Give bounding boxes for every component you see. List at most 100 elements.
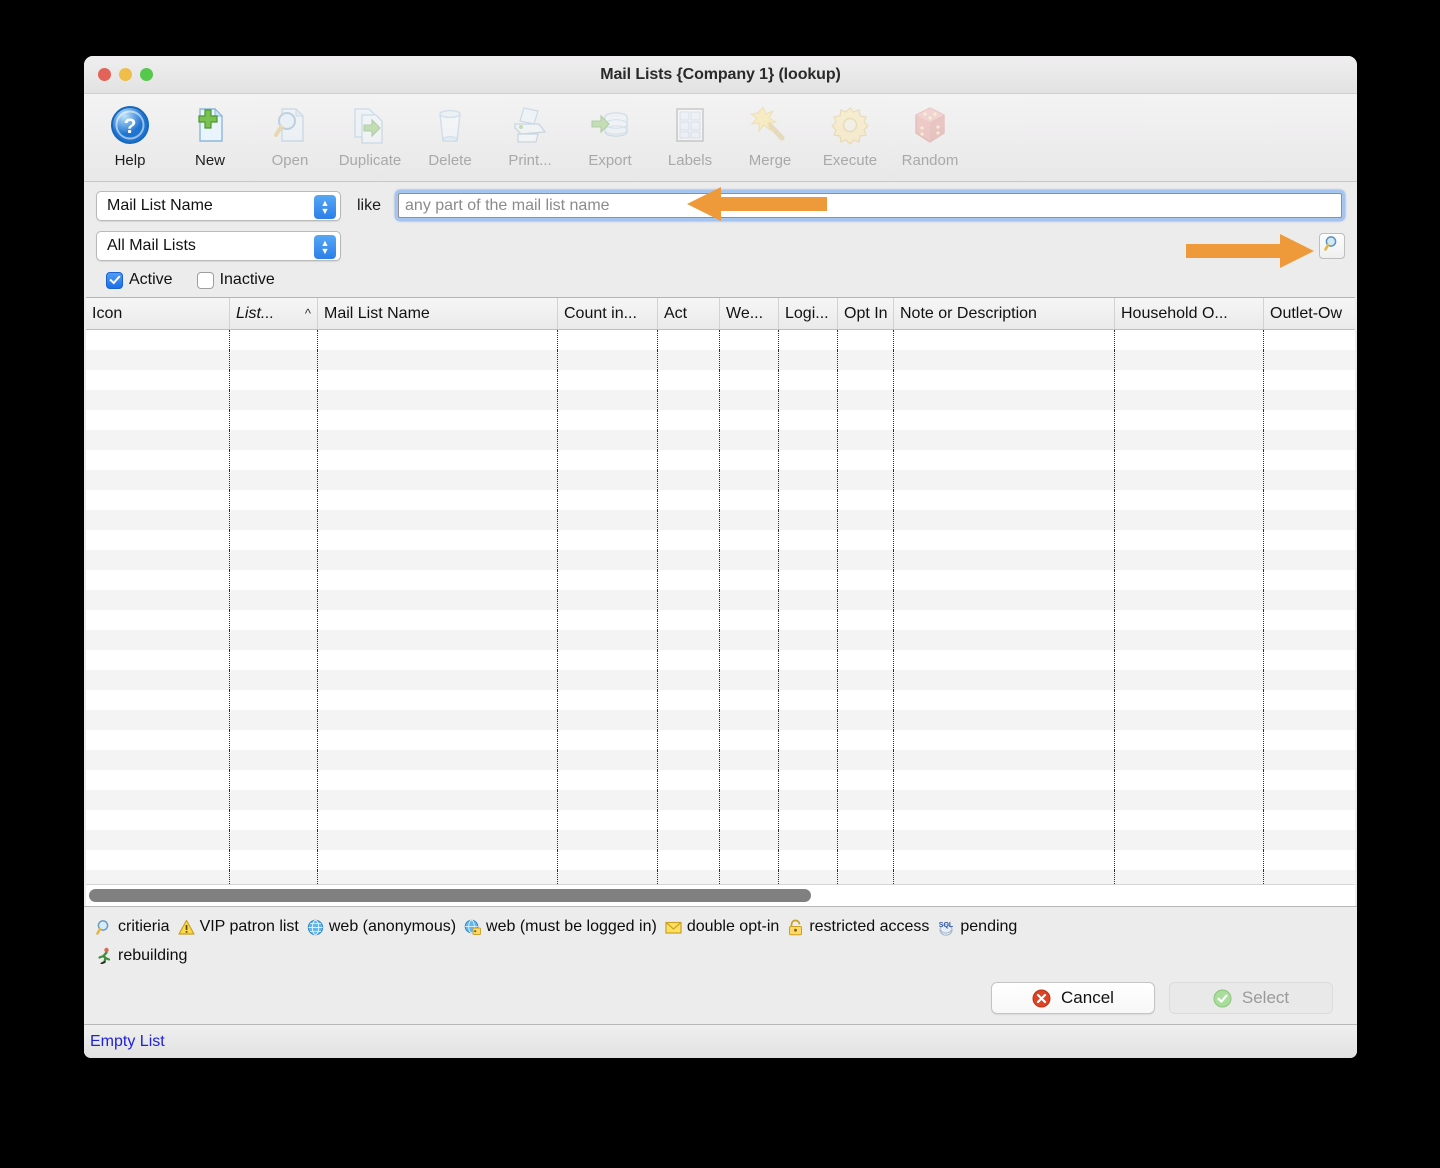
merge-icon [749,102,791,148]
toolbar-button-delete[interactable]: Delete [410,98,490,180]
cancel-button[interactable]: Cancel [991,982,1155,1014]
table-cell [1264,430,1355,450]
table-cell [86,570,230,590]
toolbar-button-execute[interactable]: Execute [810,98,890,180]
table-cell [838,870,894,884]
table-cell [720,710,779,730]
toolbar-button-labels[interactable]: Labels [650,98,730,180]
column-header-mail-list-name[interactable]: Mail List Name [318,298,558,329]
table-cell [1264,730,1355,750]
table-row[interactable] [86,810,1355,830]
table-cell [894,470,1115,490]
table-row[interactable] [86,470,1355,490]
active-checkbox[interactable] [106,271,123,289]
table-row[interactable] [86,850,1355,870]
toolbar-button-print[interactable]: Print... [490,98,570,180]
table-cell [558,870,658,884]
table-row[interactable] [86,610,1355,630]
column-header-label: Count in... [564,304,637,322]
table-cell [558,730,658,750]
table-cell [1264,410,1355,430]
scrollbar-thumb[interactable] [89,889,811,902]
table-cell [658,450,720,470]
table-row[interactable] [86,550,1355,570]
scope-popup[interactable]: All Mail Lists ▲ ▼ [96,231,341,261]
column-header-opt-in[interactable]: Opt In [838,298,894,329]
table-cell [86,710,230,730]
table-cell [86,830,230,850]
table-row[interactable] [86,690,1355,710]
column-header-list[interactable]: List... ^ [230,298,318,329]
column-header-note-or-description[interactable]: Note or Description [894,298,1115,329]
table-cell [1264,510,1355,530]
table-row[interactable] [86,590,1355,610]
toolbar-button-merge[interactable]: Merge [730,98,810,180]
table-row[interactable] [86,630,1355,650]
table-cell [230,830,318,850]
table-cell [558,370,658,390]
table-cell [779,630,838,650]
toolbar-button-open[interactable]: Open [250,98,330,180]
table-cell [779,470,838,490]
table-row[interactable] [86,790,1355,810]
toolbar-button-random[interactable]: Random [890,98,970,180]
toolbar-label: Random [901,152,959,169]
table-row[interactable] [86,530,1355,550]
table-cell [86,770,230,790]
table-row[interactable] [86,650,1355,670]
table-row[interactable] [86,710,1355,730]
table-cell [1264,830,1355,850]
table-row[interactable] [86,830,1355,850]
select-button[interactable]: Select [1169,982,1333,1014]
toolbar-button-export[interactable]: Export [570,98,650,180]
table-row[interactable] [86,350,1355,370]
toolbar-button-help[interactable]: ? Help [90,98,170,180]
table-cell [658,330,720,350]
table-cell [658,710,720,730]
table-row[interactable] [86,510,1355,530]
table-cell [838,750,894,770]
column-header-count-in[interactable]: Count in... [558,298,658,329]
table-row[interactable] [86,770,1355,790]
table-cell [779,350,838,370]
column-header-icon[interactable]: Icon [86,298,230,329]
table-cell [658,670,720,690]
toolbar-button-duplicate[interactable]: Duplicate [330,98,410,180]
table-cell [779,610,838,630]
column-header-we[interactable]: We... [720,298,779,329]
table-row[interactable] [86,450,1355,470]
table-row[interactable] [86,390,1355,410]
table-cell [894,390,1115,410]
column-header-household-o[interactable]: Household O... [1115,298,1264,329]
table-row[interactable] [86,370,1355,390]
table-cell [720,810,779,830]
table-row[interactable] [86,750,1355,770]
table-cell [894,330,1115,350]
search-field-popup[interactable]: Mail List Name ▲ ▼ [96,190,341,221]
table-cell [720,570,779,590]
table-cell [838,610,894,630]
table-cell [1264,710,1355,730]
table-cell [720,650,779,670]
table-row[interactable] [86,410,1355,430]
table-cell [658,750,720,770]
inactive-checkbox[interactable] [196,271,214,289]
empty-list-link[interactable]: Empty List [90,1033,165,1051]
table-cell [720,450,779,470]
toolbar-button-new[interactable]: New [170,98,250,180]
column-header-logi[interactable]: Logi... [779,298,838,329]
table-row[interactable] [86,730,1355,750]
table-row[interactable] [86,670,1355,690]
table-row[interactable] [86,870,1355,884]
magnifier-button[interactable] [1319,233,1345,259]
table-cell [720,830,779,850]
search-input[interactable] [398,193,1342,218]
table-row[interactable] [86,330,1355,350]
table-row[interactable] [86,490,1355,510]
column-header-act[interactable]: Act [658,298,720,329]
column-header-outlet-ow[interactable]: Outlet-Ow [1264,298,1355,329]
horizontal-scrollbar[interactable] [86,884,1355,906]
table-cell [230,410,318,430]
table-row[interactable] [86,430,1355,450]
table-row[interactable] [86,570,1355,590]
